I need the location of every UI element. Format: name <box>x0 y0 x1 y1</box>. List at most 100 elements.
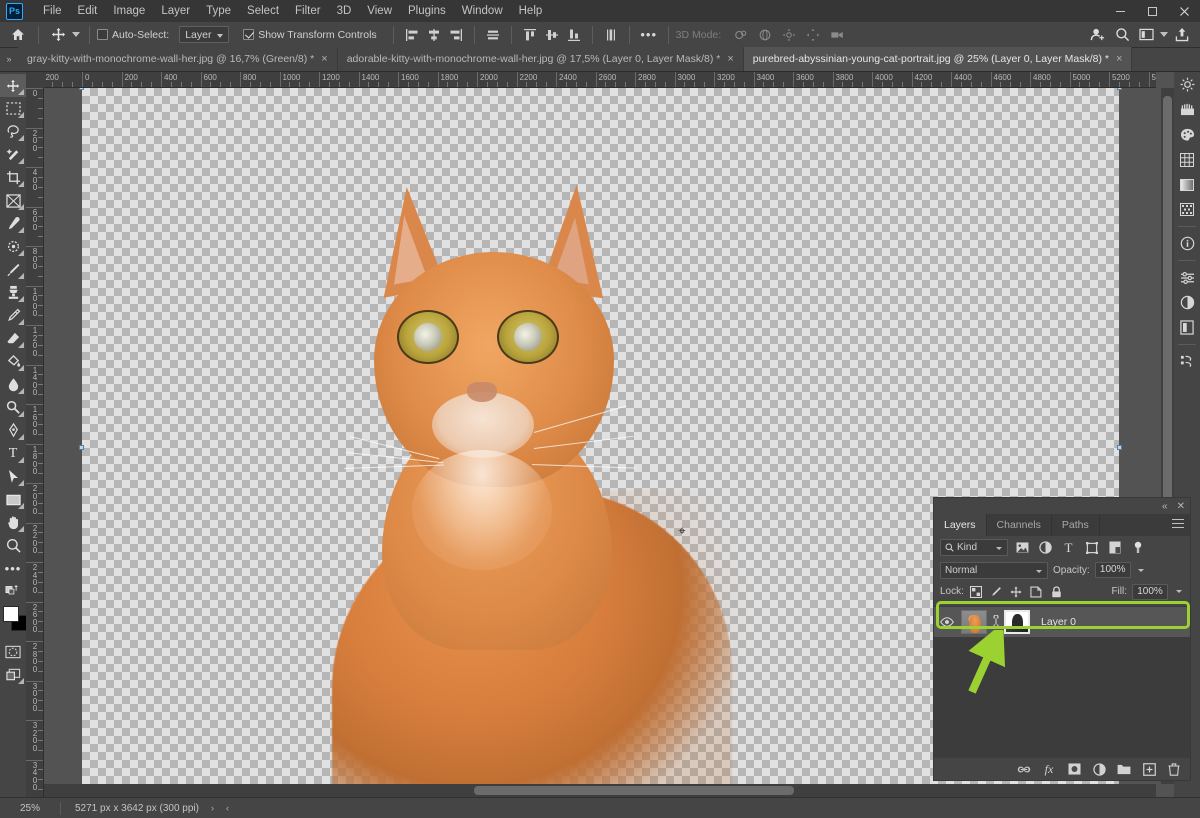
spot-healing-brush-tool[interactable] <box>0 235 26 258</box>
path-selection-tool[interactable] <box>0 465 26 488</box>
lock-position-icon[interactable] <box>1009 584 1024 599</box>
filter-kind-dropdown[interactable]: Kind <box>940 539 1008 556</box>
adjustment-layer-filter-icon[interactable] <box>1037 539 1054 556</box>
foreground-color-swatch[interactable] <box>3 606 19 622</box>
default-foreground-background-icon[interactable] <box>0 580 26 600</box>
vertical-ruler[interactable]: 0 200 400 600 800 1000 1200 1400 1600 1800 2000 220… <box>26 88 44 797</box>
pen-tool[interactable] <box>0 419 26 442</box>
type-tool[interactable]: T <box>0 442 26 465</box>
tab-paths[interactable]: Paths <box>1051 514 1100 536</box>
chevron-down-icon[interactable] <box>1158 32 1170 37</box>
blur-tool[interactable] <box>0 373 26 396</box>
lock-all-icon[interactable] <box>1049 584 1064 599</box>
document-tab-3-close-icon[interactable]: × <box>1116 53 1122 65</box>
move-tool[interactable] <box>0 74 26 97</box>
menu-select[interactable]: Select <box>239 2 287 20</box>
menu-edit[interactable]: Edit <box>70 2 106 20</box>
menu-plugins[interactable]: Plugins <box>400 2 454 20</box>
eraser-tool[interactable] <box>0 327 26 350</box>
canvas-horizontal-scrollbar[interactable] <box>44 784 1156 797</box>
opacity-slider-chevron-icon[interactable] <box>1136 562 1147 578</box>
distribute-bottom-edges-icon[interactable] <box>563 24 585 46</box>
layer-row-layer-0[interactable]: Layer 0 <box>934 607 1190 637</box>
blend-mode-dropdown[interactable]: Normal <box>940 561 1048 579</box>
smart-object-filter-icon[interactable] <box>1106 539 1123 556</box>
auto-select-scope-dropdown[interactable]: Layer <box>179 26 230 43</box>
share-person-icon[interactable] <box>1086 23 1110 47</box>
menu-3d[interactable]: 3D <box>329 2 360 20</box>
rotate-3d-object-icon[interactable] <box>729 23 753 47</box>
clone-stamp-tool[interactable] <box>0 281 26 304</box>
panel-menu-icon[interactable] <box>1172 519 1184 531</box>
document-tab-1[interactable]: gray-kitty-with-monochrome-wall-her.jpg … <box>18 47 338 71</box>
align-horizontal-centers-icon[interactable] <box>423 24 445 46</box>
type-layer-filter-icon[interactable]: T <box>1060 539 1077 556</box>
info-icon[interactable] <box>1174 231 1200 256</box>
distribute-vertical-centers-icon[interactable] <box>541 24 563 46</box>
tab-layers[interactable]: Layers <box>934 514 987 536</box>
maximize-button[interactable] <box>1136 0 1168 22</box>
3d-camera-icon[interactable] <box>825 23 849 47</box>
canvas-horizontal-scrollbar-thumb[interactable] <box>474 786 794 795</box>
menu-view[interactable]: View <box>359 2 400 20</box>
more-options-icon[interactable]: ••• <box>637 27 661 42</box>
transform-handle-top-left[interactable] <box>79 88 84 90</box>
dodge-tool[interactable] <box>0 396 26 419</box>
align-right-edges-icon[interactable] <box>445 24 467 46</box>
document-tab-2[interactable]: adorable-kitty-with-monochrome-wall-her.… <box>337 47 744 71</box>
rectangle-tool[interactable] <box>0 488 26 511</box>
layer-mask-thumbnail[interactable] <box>1004 610 1030 634</box>
libraries-icon[interactable] <box>1174 97 1200 122</box>
close-panel-icon[interactable]: ✕ <box>1177 501 1185 512</box>
distribute-spacing-icon[interactable] <box>600 24 622 46</box>
workspace-switcher-icon[interactable] <box>1134 23 1158 47</box>
add-layer-mask-icon[interactable] <box>1067 761 1081 777</box>
history-brush-tool[interactable] <box>0 304 26 327</box>
mask-link-icon[interactable] <box>991 613 1000 630</box>
properties-icon[interactable] <box>1174 265 1200 290</box>
menu-help[interactable]: Help <box>511 2 551 20</box>
fill-value[interactable]: 100% <box>1132 583 1168 600</box>
transform-handle-middle-right[interactable] <box>1117 445 1122 450</box>
collapse-panel-icon[interactable]: « <box>1162 501 1168 512</box>
document-tab-1-close-icon[interactable]: × <box>321 53 327 65</box>
transform-handle-top-right[interactable] <box>1117 88 1122 90</box>
crop-tool[interactable] <box>0 166 26 189</box>
layer-comps-icon[interactable] <box>1174 315 1200 340</box>
tab-overflow-icon[interactable]: » <box>0 47 18 71</box>
lasso-tool[interactable] <box>0 120 26 143</box>
pan-3d-object-icon[interactable] <box>777 23 801 47</box>
new-layer-icon[interactable] <box>1142 761 1156 777</box>
menu-type[interactable]: Type <box>198 2 239 20</box>
pixel-layer-filter-icon[interactable] <box>1014 539 1031 556</box>
tab-channels[interactable]: Channels <box>986 514 1052 536</box>
close-button[interactable] <box>1168 0 1200 22</box>
show-transform-checkbox-box[interactable] <box>243 29 255 40</box>
auto-select-checkbox-box[interactable] <box>97 29 108 40</box>
filter-power-toggle-icon[interactable] <box>1129 539 1146 556</box>
status-collapse-icon[interactable]: ‹ <box>214 803 229 813</box>
minimize-button[interactable] <box>1104 0 1136 22</box>
gradients-icon[interactable] <box>1174 172 1200 197</box>
tool-preset-chevron-icon[interactable] <box>70 32 82 37</box>
color-swatches[interactable] <box>0 604 27 634</box>
fill-slider-chevron-icon[interactable] <box>1173 584 1184 600</box>
distribute-top-edges-icon[interactable] <box>519 24 541 46</box>
layer-style-fx-icon[interactable]: fx <box>1042 761 1056 777</box>
show-transform-controls-checkbox[interactable]: Show Transform Controls <box>243 29 377 41</box>
opacity-value[interactable]: 100% <box>1094 562 1131 578</box>
screen-mode-button[interactable] <box>0 663 26 686</box>
home-icon[interactable] <box>5 22 31 48</box>
status-expand-icon[interactable]: › <box>199 803 214 813</box>
document-tab-3[interactable]: purebred-abyssinian-young-cat-portrait.j… <box>743 47 1133 71</box>
align-vertical-centers-icon[interactable] <box>482 24 504 46</box>
move-tool-icon[interactable] <box>46 23 70 47</box>
layer-name-label[interactable]: Layer 0 <box>1041 616 1076 628</box>
layer-list[interactable]: Layer 0 <box>934 606 1190 758</box>
swatches-icon[interactable] <box>1174 147 1200 172</box>
layer-thumbnail[interactable] <box>961 610 987 634</box>
menu-layer[interactable]: Layer <box>153 2 198 20</box>
patterns-icon[interactable] <box>1174 197 1200 222</box>
lock-image-pixels-icon[interactable] <box>989 584 1004 599</box>
color-icon[interactable] <box>1174 122 1200 147</box>
